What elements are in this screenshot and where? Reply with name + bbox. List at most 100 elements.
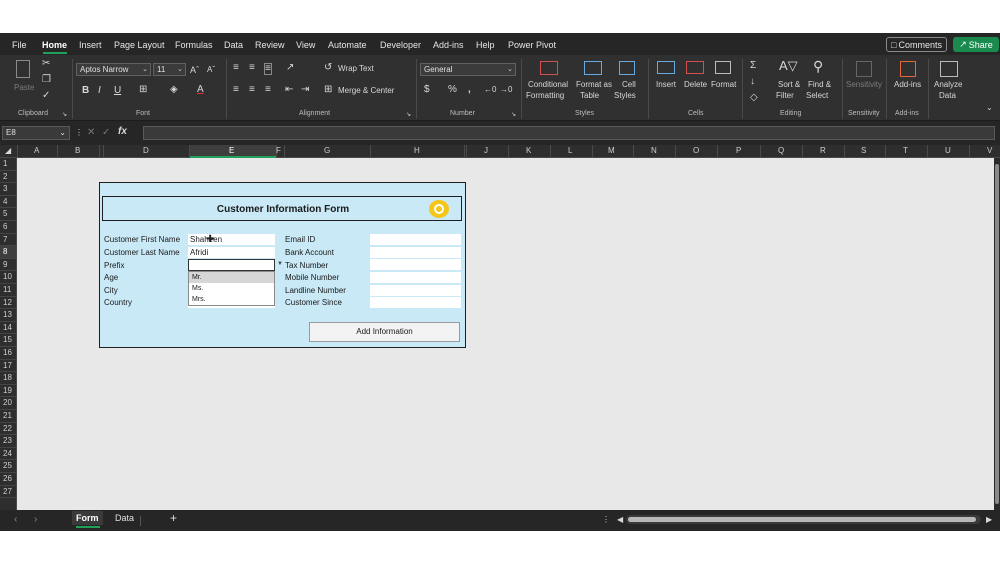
column-header-m[interactable]: M xyxy=(608,146,615,155)
share-button[interactable]: ↗ Share xyxy=(953,37,999,52)
insert-cells-button[interactable]: Insert xyxy=(654,59,680,107)
autosum-icon[interactable]: Σ xyxy=(750,61,756,71)
increase-font-icon[interactable]: Aˆ xyxy=(190,65,199,75)
row-header-10[interactable]: 10 xyxy=(0,271,16,284)
delete-cells-button[interactable]: Delete xyxy=(683,59,709,107)
mobile-field[interactable] xyxy=(370,272,461,284)
name-box[interactable]: E8 ⌄ xyxy=(2,126,70,140)
decrease-indent-icon[interactable]: ⇤ xyxy=(285,85,293,95)
cut-icon[interactable]: ✂ xyxy=(42,59,50,69)
column-header-l[interactable]: L xyxy=(568,146,572,155)
comma-style-icon[interactable]: , xyxy=(468,85,471,95)
tax-number-field[interactable] xyxy=(370,259,461,271)
column-header-h[interactable]: H xyxy=(414,146,420,155)
row-header-21[interactable]: 21 xyxy=(0,410,16,423)
row-header-12[interactable]: 12 xyxy=(0,297,16,310)
scroll-right-icon[interactable]: ▶ xyxy=(986,515,992,525)
tab-add-ins[interactable]: Add-ins xyxy=(433,40,464,50)
row-header-20[interactable]: 20 xyxy=(0,397,16,410)
percent-icon[interactable]: % xyxy=(448,85,457,95)
sensitivity-button[interactable]: Sensitivity xyxy=(846,59,882,107)
find-select-button[interactable]: ⚲ Find & Select xyxy=(806,59,836,107)
column-header-t[interactable]: T xyxy=(903,146,908,155)
align-left-icon[interactable]: ≡ xyxy=(233,85,239,95)
row-header-25[interactable]: 25 xyxy=(0,460,16,473)
decrease-decimal-icon[interactable]: →0 xyxy=(500,85,512,95)
fill-icon[interactable]: ↓ xyxy=(750,77,755,87)
landline-field[interactable] xyxy=(370,285,461,297)
first-name-field[interactable]: Shaheen xyxy=(188,234,275,246)
column-header-j[interactable]: J xyxy=(484,146,488,155)
fill-color-icon[interactable]: ◈ xyxy=(170,85,178,95)
italic-icon[interactable]: I xyxy=(98,86,101,96)
column-header-v[interactable]: V xyxy=(987,146,992,155)
horizontal-scrollbar[interactable] xyxy=(626,515,981,524)
row-header-14[interactable]: 14 xyxy=(0,322,16,335)
list-item[interactable]: Mrs. xyxy=(189,294,274,305)
prefix-dropdown[interactable] xyxy=(188,259,275,271)
sheet-tab-form[interactable]: Form xyxy=(72,511,103,525)
row-header-3[interactable]: 3 xyxy=(0,183,16,196)
row-header-24[interactable]: 24 xyxy=(0,448,16,461)
select-all-icon[interactable]: ◢ xyxy=(5,146,11,156)
underline-icon[interactable]: U xyxy=(114,86,121,96)
dialog-launcher-icon[interactable]: ↘ xyxy=(406,110,411,120)
row-header-6[interactable]: 6 xyxy=(0,221,16,234)
column-header-k[interactable]: K xyxy=(526,146,531,155)
scrollbar-thumb[interactable] xyxy=(995,164,999,504)
font-size-select[interactable]: 11 ⌄ xyxy=(153,63,186,76)
increase-decimal-icon[interactable]: ←0 xyxy=(484,85,496,95)
customer-since-field[interactable] xyxy=(370,297,461,309)
format-cells-button[interactable]: Format xyxy=(710,59,738,107)
tab-home[interactable]: Home xyxy=(42,40,67,50)
add-sheet-button[interactable]: + xyxy=(170,511,177,525)
tab-file[interactable]: File xyxy=(12,40,27,50)
align-right-icon[interactable]: ≡ xyxy=(265,85,271,95)
vertical-scrollbar[interactable] xyxy=(994,158,1000,510)
column-header-r[interactable]: R xyxy=(820,146,826,155)
row-header-7[interactable]: 7 xyxy=(0,234,16,247)
row-header-26[interactable]: 26 xyxy=(0,473,16,486)
column-header-g[interactable]: G xyxy=(324,146,330,155)
analyze-data-button[interactable]: Analyze Data xyxy=(932,59,966,107)
row-header-13[interactable]: 13 xyxy=(0,309,16,322)
enter-icon[interactable]: ✓ xyxy=(102,128,110,138)
align-center-icon[interactable]: ≡ xyxy=(249,85,255,95)
bank-account-field[interactable] xyxy=(370,247,461,259)
scroll-left-icon[interactable]: ‹ xyxy=(14,515,17,525)
format-painter-icon[interactable]: ✓ xyxy=(42,91,50,101)
orientation-icon[interactable]: ↗ xyxy=(286,63,294,73)
bold-icon[interactable]: B xyxy=(82,86,89,96)
column-header-b[interactable]: B xyxy=(75,146,80,155)
column-header-s[interactable]: S xyxy=(861,146,866,155)
row-header-4[interactable]: 4 xyxy=(0,196,16,209)
align-top-icon[interactable]: ≡ xyxy=(233,63,239,73)
align-bottom-icon[interactable]: ≡ xyxy=(264,63,272,75)
column-header-q[interactable]: Q xyxy=(778,146,784,155)
column-header-f[interactable]: F xyxy=(276,146,281,155)
column-header-a[interactable]: A xyxy=(34,146,39,155)
tab-review[interactable]: Review xyxy=(255,40,285,50)
copy-icon[interactable]: ❐ xyxy=(42,75,51,85)
collapse-ribbon-icon[interactable]: ⌄ xyxy=(986,103,993,113)
format-as-table-button[interactable]: Format as Table xyxy=(575,59,613,107)
row-header-2[interactable]: 2 xyxy=(0,171,16,184)
dialog-launcher-icon[interactable]: ↘ xyxy=(62,110,67,120)
paste-button[interactable]: Paste xyxy=(10,58,38,102)
row-header-22[interactable]: 22 xyxy=(0,423,16,436)
number-format-select[interactable]: General ⌄ xyxy=(420,63,516,76)
add-information-button[interactable]: Add Information xyxy=(309,322,460,342)
conditional-formatting-button[interactable]: Conditional Formatting xyxy=(526,59,572,107)
formula-input[interactable] xyxy=(143,126,995,140)
column-header-p[interactable]: P xyxy=(736,146,741,155)
cancel-icon[interactable]: ✕ xyxy=(87,128,95,138)
row-header-16[interactable]: 16 xyxy=(0,347,16,360)
borders-icon[interactable]: ⊞ xyxy=(139,85,147,95)
tab-insert[interactable]: Insert xyxy=(79,40,102,50)
row-header-9[interactable]: 9 xyxy=(0,259,16,272)
tab-power-pivot[interactable]: Power Pivot xyxy=(508,40,556,50)
email-field[interactable] xyxy=(370,234,461,246)
align-middle-icon[interactable]: ≡ xyxy=(249,63,255,73)
increase-indent-icon[interactable]: ⇥ xyxy=(301,85,309,95)
scroll-right-icon[interactable]: › xyxy=(34,515,37,525)
